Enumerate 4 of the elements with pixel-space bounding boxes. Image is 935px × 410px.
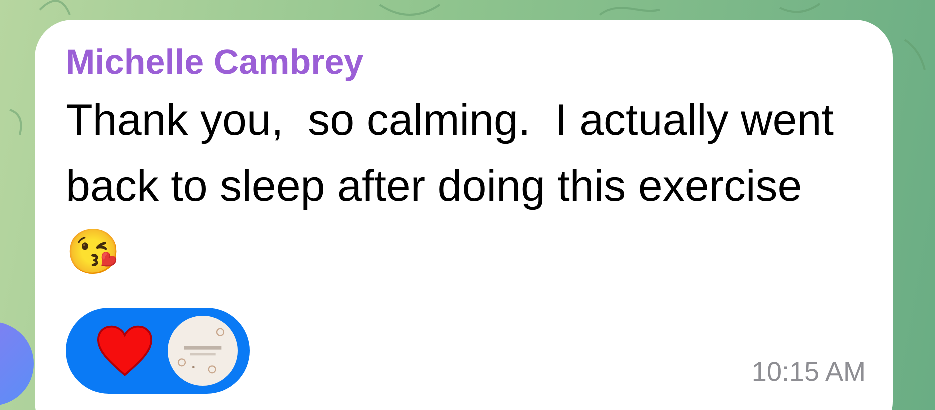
message-time: 10:15 AM xyxy=(752,357,866,388)
sender-name[interactable]: Michelle Cambrey xyxy=(66,40,863,86)
heart-icon xyxy=(96,324,154,378)
message-text: Thank you, so calming. I actually went back to sleep after doing this exercise 😘 xyxy=(66,95,835,279)
